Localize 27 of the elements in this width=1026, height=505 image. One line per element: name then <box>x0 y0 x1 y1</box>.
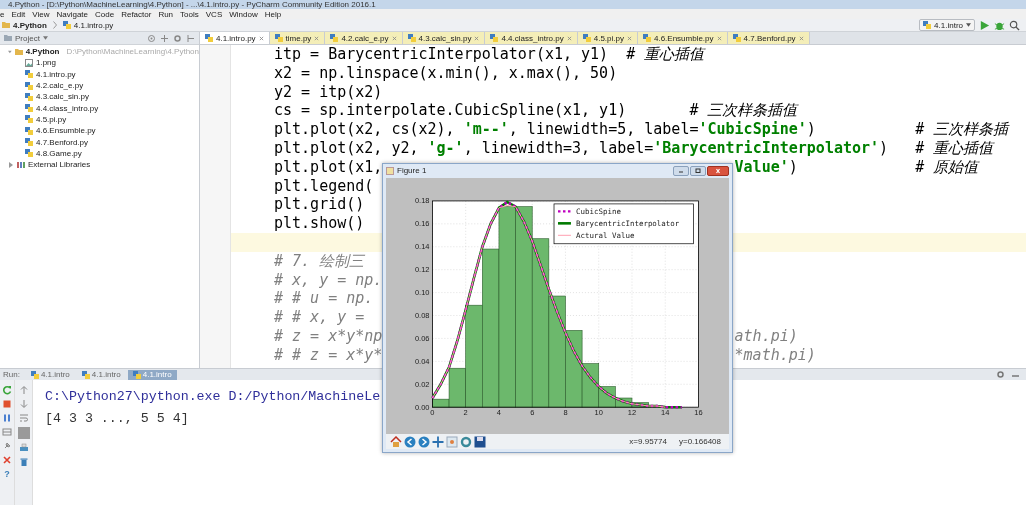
code-comment: # # x, y = <box>274 308 365 327</box>
code-comment: ath.pi) <box>734 326 798 346</box>
code-line: plt.plot(x2, cs(x2), 'm--', linewidth=5, label='CubicSpine') # 三次样条插 <box>274 120 1009 139</box>
code-comment: # 7. 绘制三 <box>274 251 365 270</box>
code-comment: # z = x*y*np <box>274 326 383 346</box>
code-line: plt.show() <box>274 214 365 233</box>
cursor-coordinate: y=0.166408 <box>678 437 721 446</box>
code-comment: # # u = np. <box>274 289 374 308</box>
code-line: plt.grid() <box>274 195 365 214</box>
window-title: Figure 1 <box>397 166 427 176</box>
code-line: Value') # 原始值 <box>734 157 979 177</box>
code-line: x2 = np.linspace(x.min(), x.max(), 50) <box>274 63 618 82</box>
code-line: plt.plot(x1, <box>274 157 383 177</box>
code-comment: *math.pi) <box>734 345 816 365</box>
code-comment: # # z = x*y* <box>274 345 383 365</box>
code-comment: # x, y = np. <box>274 270 383 289</box>
code-line: plt.plot(x2, y2, 'g-', linewidth=3, label='BarycentricInterpolator') # 重心插值 <box>274 139 994 157</box>
console-line: [4 3 3 ..., 5 5 4] <box>45 410 189 428</box>
window-title: 4.Python - [D:\Python\MachineLearning\4.Python] - ...\4.1.intro.py - PyCharm Community Edition 2016.1 <box>8 0 376 9</box>
code-line: itp = BarycentricInterpolator(x1, y1) # 重心插值 <box>274 45 705 63</box>
folder-path: D:\Python\MachineLearning\4.Python <box>66 47 199 57</box>
cursor-coordinate: x=9.95774 <box>629 437 667 446</box>
console-line: C:\Python27\python.exe D:/Python/MachineLe <box>45 388 381 406</box>
code-line: y2 = itp(x2) <box>274 82 383 101</box>
code-line: plt.legend( <box>274 176 374 195</box>
panel-label: Run: <box>3 370 20 379</box>
code-line: cs = sp.interpolate.CubicSpline(x1, y1) # 三次样条插值 <box>274 101 798 120</box>
